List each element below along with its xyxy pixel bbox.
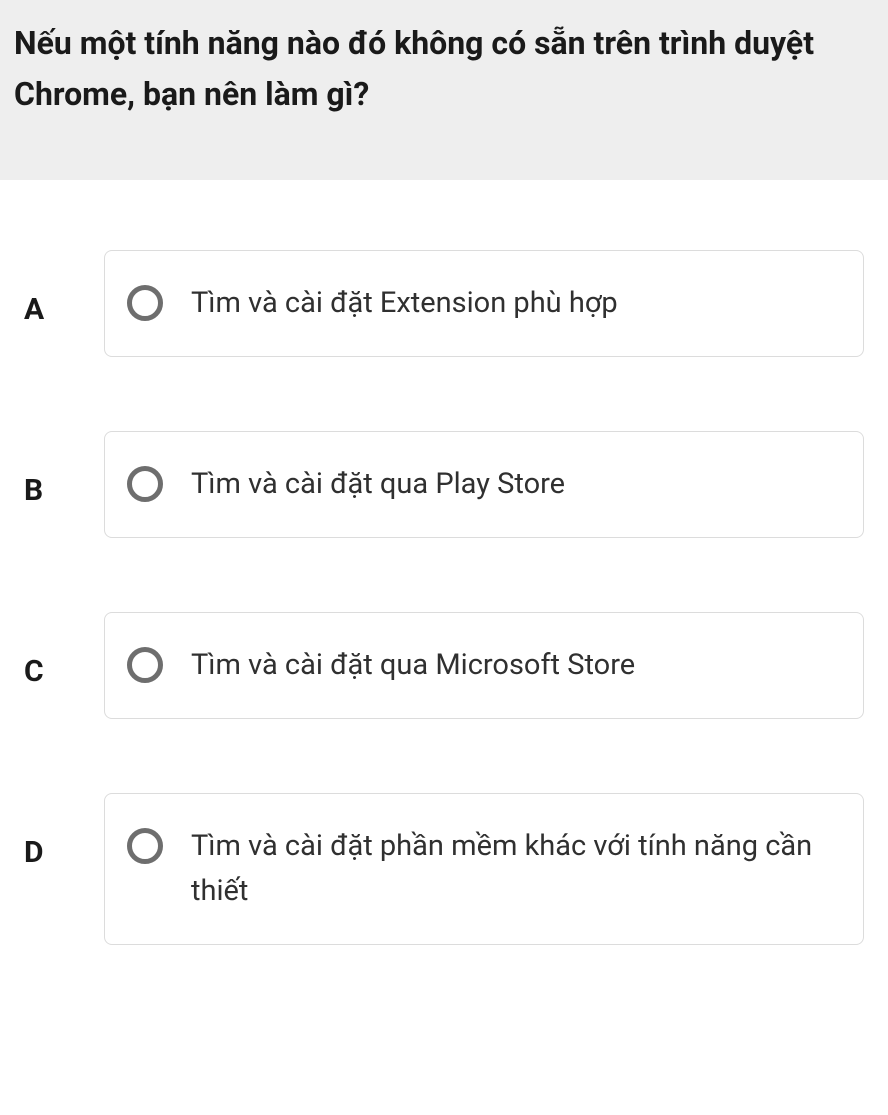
question-header: Nếu một tính năng nào đó không có sẵn tr…: [0, 0, 888, 180]
answers-container: A Tìm và cài đặt Extension phù hợp B Tìm…: [0, 180, 888, 945]
answer-row-b: B Tìm và cài đặt qua Play Store: [24, 431, 864, 538]
radio-icon: [127, 466, 163, 502]
answer-option-a[interactable]: Tìm và cài đặt Extension phù hợp: [104, 250, 864, 357]
answer-row-d: D Tìm và cài đặt phần mềm khác với tính …: [24, 793, 864, 945]
radio-icon: [127, 647, 163, 683]
answer-option-c[interactable]: Tìm và cài đặt qua Microsoft Store: [104, 612, 864, 719]
answer-text: Tìm và cài đặt qua Microsoft Store: [191, 643, 635, 688]
radio-icon: [127, 828, 163, 864]
question-text: Nếu một tính năng nào đó không có sẵn tr…: [14, 18, 874, 120]
answer-letter: B: [24, 431, 104, 508]
answer-text: Tìm và cài đặt qua Play Store: [191, 462, 565, 507]
answer-text: Tìm và cài đặt phần mềm khác với tính nă…: [191, 824, 839, 914]
answer-letter: A: [24, 250, 104, 327]
answer-letter: D: [24, 793, 104, 870]
answer-option-d[interactable]: Tìm và cài đặt phần mềm khác với tính nă…: [104, 793, 864, 945]
answer-text: Tìm và cài đặt Extension phù hợp: [191, 281, 618, 326]
radio-icon: [127, 285, 163, 321]
answer-row-c: C Tìm và cài đặt qua Microsoft Store: [24, 612, 864, 719]
answer-row-a: A Tìm và cài đặt Extension phù hợp: [24, 250, 864, 357]
answer-option-b[interactable]: Tìm và cài đặt qua Play Store: [104, 431, 864, 538]
answer-letter: C: [24, 612, 104, 689]
